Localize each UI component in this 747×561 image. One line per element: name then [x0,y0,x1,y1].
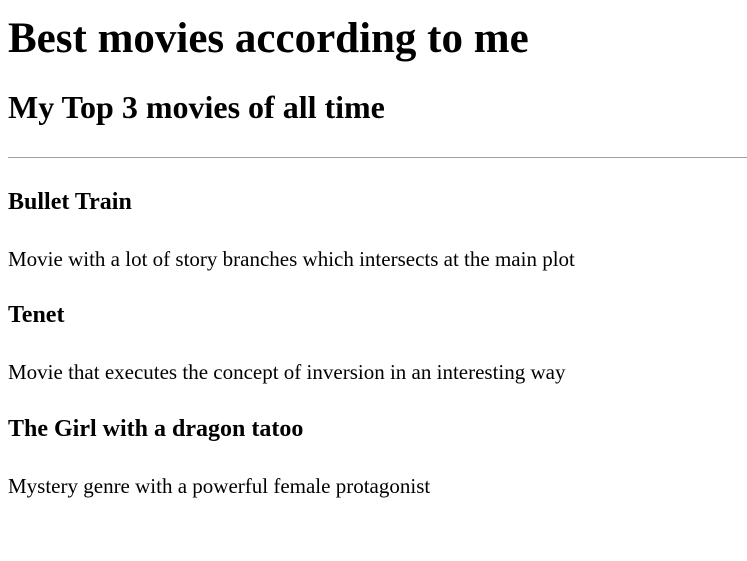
movie-description: Movie with a lot of story branches which… [8,247,575,271]
page-subtitle: My Top 3 movies of all time [8,89,385,125]
movie-entry: Bullet Train Movie with a lot of story b… [8,188,747,272]
movie-description: Mystery genre with a powerful female pro… [8,474,431,498]
movie-title: Bullet Train [8,189,132,215]
movie-description: Movie that executes the concept of inver… [8,360,566,384]
movie-title: Tenet [8,302,65,328]
divider [8,157,747,158]
page-title: Best movies according to me [8,15,529,62]
page-content: Best movies according to me My Top 3 mov… [0,14,747,499]
movie-entry: The Girl with a dragon tatoo Mystery gen… [8,415,747,499]
movie-entry: Tenet Movie that executes the concept of… [8,301,747,385]
movie-title: The Girl with a dragon tatoo [8,416,304,442]
